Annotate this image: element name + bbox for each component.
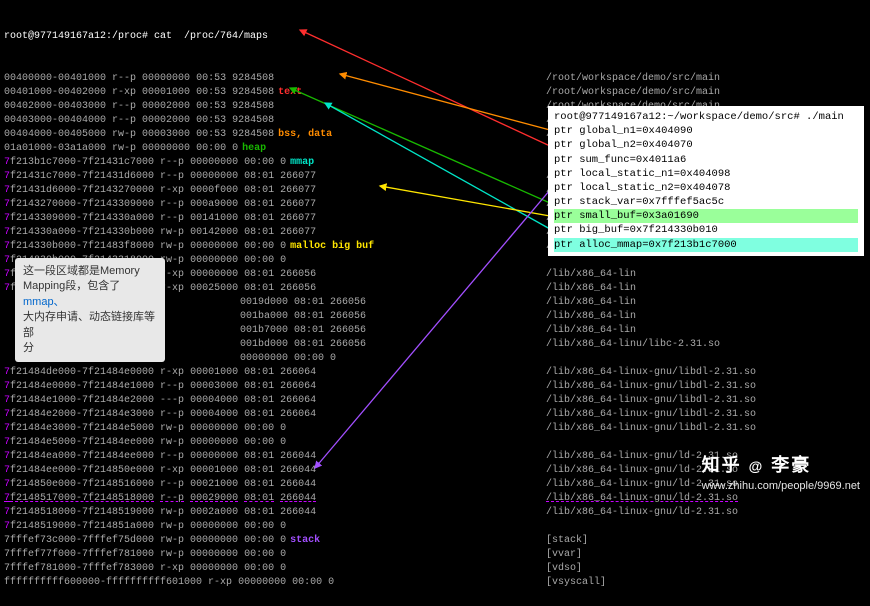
map-row: 7fffef781000-7fffef783000r-xp0000000000:… [4, 562, 866, 576]
map-row: 7f21484e2000-7f21484e3000r--p0000400008:… [4, 408, 866, 422]
map-row: 7fffef77f000-7fffef781000rw-p0000000000:… [4, 548, 866, 562]
map-row: 7f2148518000-7f2148519000rw-p0002a00008:… [4, 506, 866, 520]
map-row: 00400000-00401000r--p0000000000:53928450… [4, 72, 866, 86]
map-row: 7f21484e5000-7f21484ee000rw-p0000000000:… [4, 436, 866, 450]
map-row: ffffffffff600000-ffffffffff601000r-xp000… [4, 576, 866, 590]
program-output-row: ptr alloc_mmap=0x7f213b1c7000 [554, 238, 858, 252]
program-output-row: ptr local_static_n2=0x404078 [554, 181, 858, 195]
annotation-memory-mapping: 这一段区域都是Memory Mapping段，包含了mmap、 大内存申请、动态… [15, 258, 165, 362]
segment-label-heap: heap [242, 142, 266, 156]
map-row: 7f21484e1000-7f21484e2000---p0000400008:… [4, 394, 866, 408]
map-row: 7f21484e3000-7f21484e5000rw-p0000000000:… [4, 422, 866, 436]
map-row: 7f21484de000-7f21484e0000r-xp0000100008:… [4, 366, 866, 380]
map-row: 7fffef73c000-7fffef75d000rw-p0000000000:… [4, 534, 866, 548]
program-output-box: root@977149167a12:~/workspace/demo/src# … [548, 106, 864, 256]
program-output-row: ptr global_n2=0x404070 [554, 138, 858, 152]
segment-label-bss: bss, data [278, 128, 332, 142]
command-prompt: root@977149167a12:/proc# cat /proc/764/m… [4, 30, 866, 44]
map-row: 00401000-00402000r-xp0000100000:53928450… [4, 86, 866, 100]
segment-label-mmap: mmap [290, 156, 314, 170]
map-row: 7f21484e0000-7f21484e1000r--p0000300008:… [4, 380, 866, 394]
watermark: 知乎 @ 李豪 www.zhihu.com/people/9969.net [702, 453, 860, 494]
program-output-row: ptr sum_func=0x4011a6 [554, 153, 858, 167]
program-prompt: root@977149167a12:~/workspace/demo/src# … [554, 110, 858, 124]
program-output-row: ptr big_buf=0x7f214330b010 [554, 223, 858, 237]
segment-label-malloc: malloc big buf [290, 240, 374, 254]
map-row: 7f2148517000-7f2148518000r--p0002900008:… [4, 492, 866, 506]
program-output-row: ptr global_n1=0x404090 [554, 124, 858, 138]
program-output-row: ptr small_buf=0x3a01690 [554, 209, 858, 223]
segment-label-stack: stack [290, 534, 320, 548]
program-output-row: ptr stack_var=0x7fffef5ac5c [554, 195, 858, 209]
segment-label-text: text [278, 86, 302, 100]
program-output-row: ptr local_static_n1=0x404098 [554, 167, 858, 181]
map-row: 7f2148519000-7f214851a000rw-p0000000000:… [4, 520, 866, 534]
